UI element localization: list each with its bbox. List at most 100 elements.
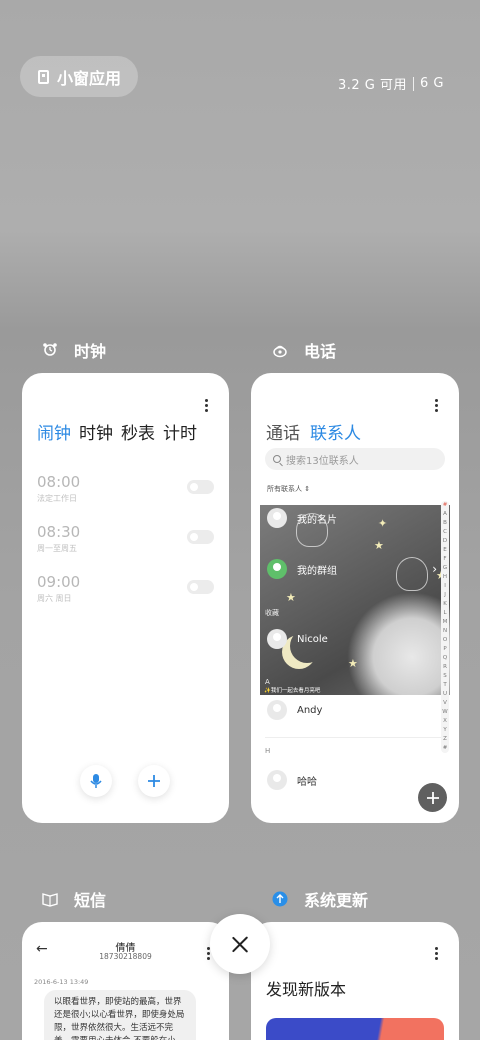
favorites-header: 收藏 <box>265 609 279 617</box>
index-letter[interactable]: F <box>441 555 449 564</box>
contact-search-input[interactable]: 搜索13位联系人 <box>265 448 445 470</box>
my-card-label: 我的名片 <box>297 514 337 526</box>
index-letter[interactable]: K <box>441 600 449 609</box>
star-icon: ★ <box>374 539 384 552</box>
index-letter[interactable]: X <box>441 717 449 726</box>
clock-app-icon <box>40 340 60 360</box>
index-letter[interactable]: P <box>441 645 449 654</box>
section-letter: A <box>265 678 270 686</box>
messages-app-card[interactable]: ← 倩倩 18730218809 2016-6-13 13:49 以眼看世界，即… <box>22 922 229 1040</box>
contact-name: Nicole <box>297 633 328 645</box>
index-letter[interactable]: J <box>441 591 449 600</box>
index-letter[interactable]: L <box>441 609 449 618</box>
clock-app-label[interactable]: 时钟 <box>40 338 106 362</box>
small-window-icon <box>38 69 49 84</box>
more-options-icon[interactable] <box>435 399 439 412</box>
phone-app-name: 电话 <box>304 342 337 361</box>
tab-calls[interactable]: 通话 <box>266 419 300 444</box>
update-title: 发现新版本 <box>266 980 347 999</box>
memory-status: 3.2 G 可用 6 G <box>338 74 444 93</box>
contact-filter-label: 所有联系人 <box>267 485 302 493</box>
index-letter[interactable]: V <box>441 699 449 708</box>
chevron-right-icon: › <box>432 562 437 576</box>
alphabet-index[interactable]: # A B C D E F G H I J K L M N O P Q R S T U V W X Y Z # <box>441 501 449 753</box>
search-icon <box>273 455 281 463</box>
alarm-repeat: 周六 周日 <box>37 594 72 603</box>
my-card-row[interactable]: 我的名片 <box>267 508 337 528</box>
small-window-apps-button[interactable]: 小窗应用 <box>20 56 138 97</box>
microphone-icon <box>90 774 102 788</box>
index-letter[interactable]: N <box>441 627 449 636</box>
avatar <box>267 770 287 790</box>
more-options-icon[interactable] <box>205 399 209 412</box>
index-letter[interactable]: S <box>441 672 449 681</box>
contact-filter-dropdown[interactable]: 所有联系人 ⇕ <box>267 484 310 494</box>
index-letter[interactable]: Y <box>441 726 449 735</box>
avatar <box>267 700 287 720</box>
star-icon: ✦ <box>378 517 388 530</box>
index-letter[interactable]: G <box>441 564 449 573</box>
index-letter[interactable]: C <box>441 528 449 537</box>
update-app-icon <box>270 889 290 909</box>
index-letter[interactable]: T <box>441 681 449 690</box>
index-letter[interactable]: A <box>441 510 449 519</box>
my-groups-row[interactable]: 我的群组 › <box>267 559 437 579</box>
tab-clock[interactable]: 时钟 <box>79 419 113 444</box>
index-letter[interactable]: Z <box>441 735 449 744</box>
contact-row[interactable]: Nicole <box>267 629 328 649</box>
clear-all-button[interactable] <box>210 914 270 974</box>
phone-app-card[interactable]: 通话 联系人 搜索13位联系人 所有联系人 ⇕ ★ ★ ★ ★ ✦ ✨我们一起去… <box>251 373 459 823</box>
index-letter[interactable]: # <box>441 501 449 510</box>
index-letter[interactable]: # <box>441 744 449 753</box>
search-placeholder: 搜索13位联系人 <box>286 455 359 467</box>
conversation-header: ← 倩倩 18730218809 <box>22 922 229 968</box>
memory-total: 6 G <box>420 76 444 91</box>
alarm-toggle[interactable] <box>187 480 214 494</box>
alarm-repeat: 周一至周五 <box>37 544 77 553</box>
avatar <box>267 508 287 528</box>
alarm-toggle[interactable] <box>187 580 214 594</box>
contacts-background-image: ★ ★ ★ ★ ✦ ✨我们一起去看月亮吧 <box>260 505 450 695</box>
index-letter[interactable]: H <box>441 573 449 582</box>
update-app-name: 系统更新 <box>304 891 369 910</box>
clock-app-card[interactable]: 闹钟 时钟 秒表 计时 08:00 法定工作日 08:30 周一至周五 09:0… <box>22 373 229 823</box>
phone-app-icon <box>270 340 290 360</box>
voice-alarm-button[interactable] <box>80 765 112 797</box>
tab-timer[interactable]: 计时 <box>163 419 197 444</box>
phone-app-label[interactable]: 电话 <box>270 338 336 362</box>
index-letter[interactable]: R <box>441 663 449 672</box>
alarm-repeat: 法定工作日 <box>37 494 77 503</box>
index-letter[interactable]: I <box>441 582 449 591</box>
contact-number: 18730218809 <box>99 952 152 961</box>
add-alarm-button[interactable] <box>138 765 170 797</box>
index-letter[interactable]: O <box>441 636 449 645</box>
tab-alarm[interactable]: 闹钟 <box>37 419 71 444</box>
plus-icon <box>148 775 160 787</box>
update-app-card[interactable]: 发现新版本 <box>251 922 459 1040</box>
index-letter[interactable]: W <box>441 708 449 717</box>
contact-name: 哈哈 <box>297 776 317 788</box>
plus-icon <box>426 791 439 804</box>
update-app-label[interactable]: 系统更新 <box>270 887 368 911</box>
index-letter[interactable]: M <box>441 618 449 627</box>
add-contact-button[interactable] <box>418 783 447 812</box>
small-window-label: 小窗应用 <box>57 68 122 88</box>
update-banner-image <box>266 1018 444 1040</box>
index-letter[interactable]: E <box>441 546 449 555</box>
messages-app-label[interactable]: 短信 <box>40 887 106 911</box>
clock-app-name: 时钟 <box>74 342 107 361</box>
tab-stopwatch[interactable]: 秒表 <box>121 419 155 444</box>
more-options-icon[interactable] <box>435 947 439 960</box>
index-letter[interactable]: B <box>441 519 449 528</box>
contact-row[interactable]: Andy <box>267 700 322 720</box>
alarm-toggle[interactable] <box>187 530 214 544</box>
group-avatar <box>267 559 287 579</box>
index-letter[interactable]: D <box>441 537 449 546</box>
message-bubble: 以眼看世界，即使站的最高，世界还是很小;以心看世界，即使身处局限，世界依然很大。… <box>44 990 196 1040</box>
message-date: 2016-6-13 13:49 <box>34 978 89 986</box>
divider <box>265 737 445 738</box>
index-letter[interactable]: U <box>441 690 449 699</box>
contact-row[interactable]: 哈哈 <box>267 770 317 790</box>
tab-contacts[interactable]: 联系人 <box>310 419 361 444</box>
index-letter[interactable]: Q <box>441 654 449 663</box>
